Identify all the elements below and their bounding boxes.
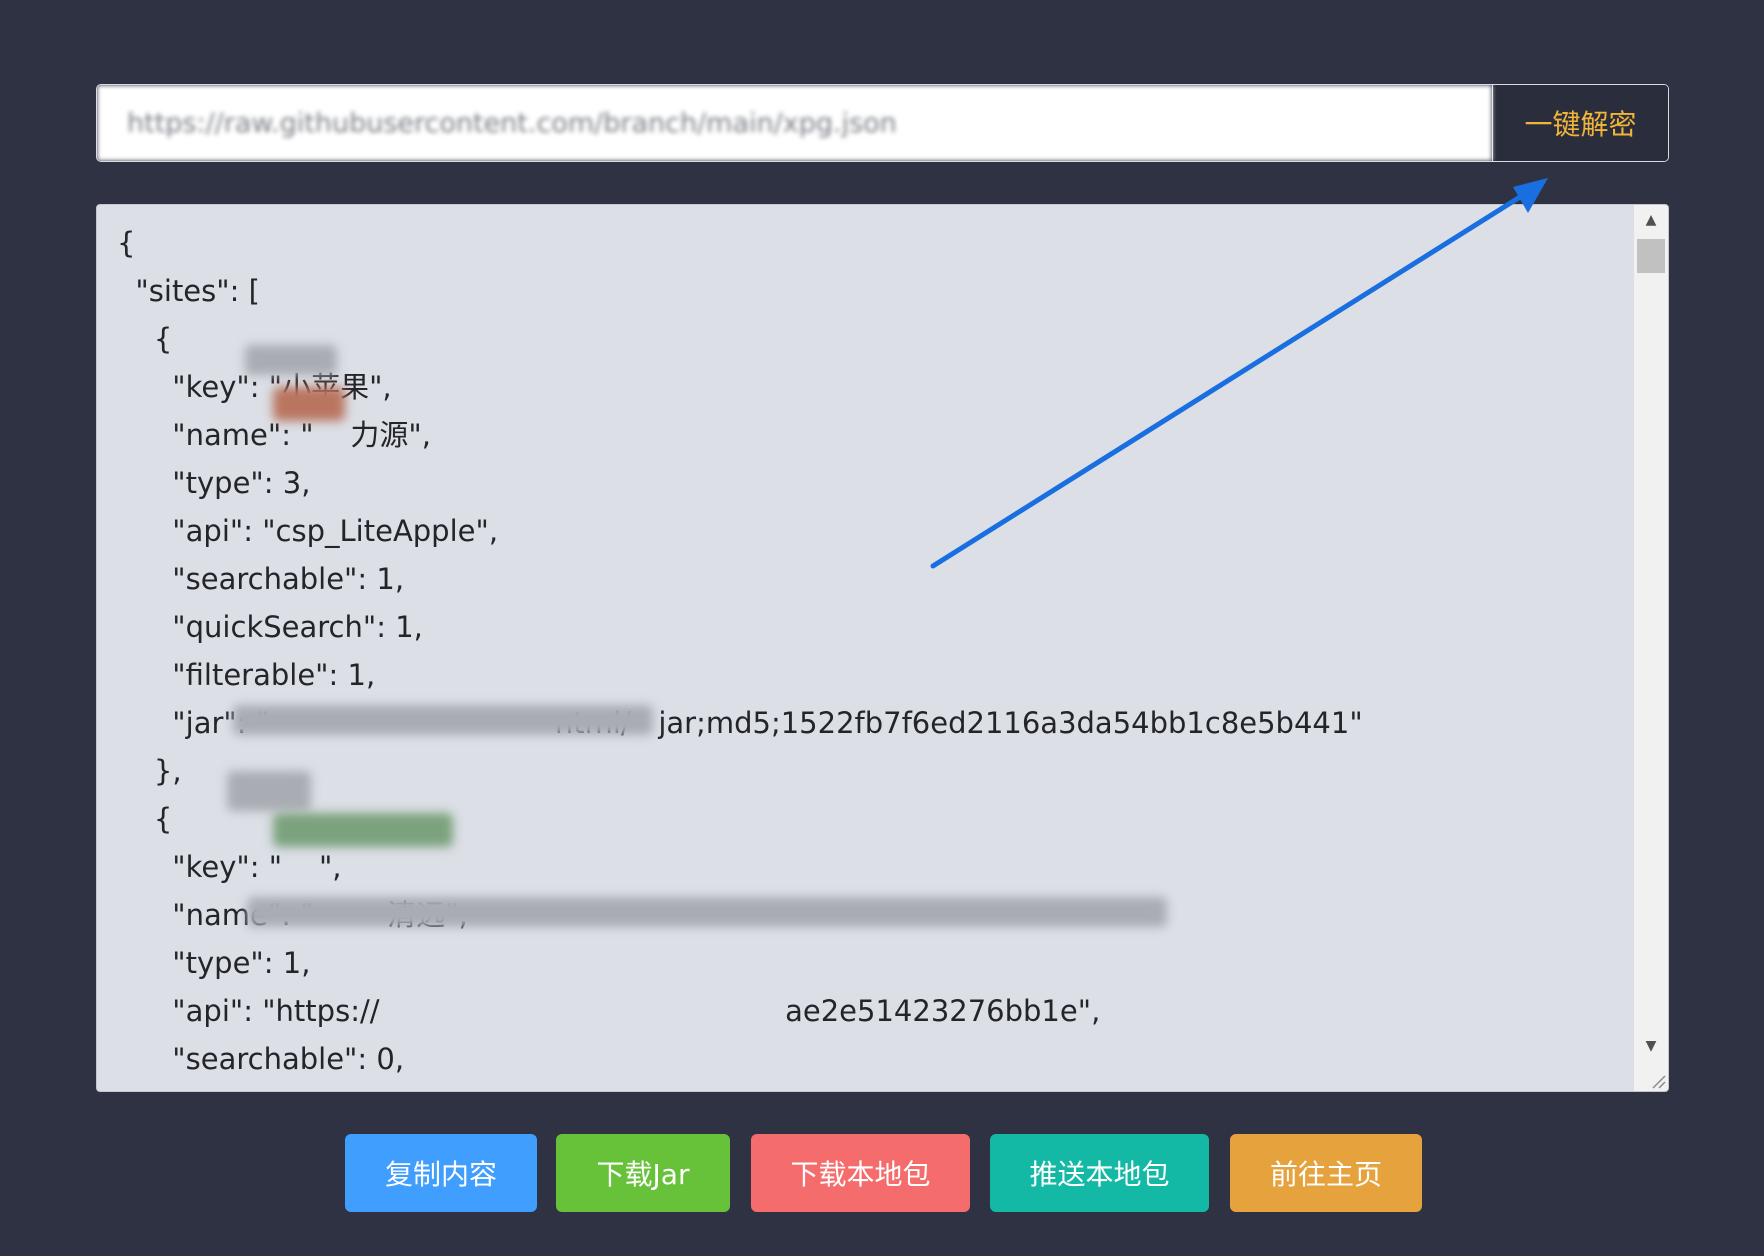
redaction-mask xyxy=(247,897,1167,927)
scroll-down-icon[interactable]: ▼ xyxy=(1634,1031,1668,1061)
json-editor[interactable]: { "sites": [ { "key": "小苹果", "name": " 力… xyxy=(96,204,1669,1092)
code-line: "api": "https:// ae2e51423276bb1e", xyxy=(117,994,1101,1028)
url-input[interactable] xyxy=(97,85,1492,161)
code-line: "type": 1, xyxy=(117,946,311,980)
decrypt-button[interactable]: 一键解密 xyxy=(1492,85,1668,161)
go-home-button[interactable]: 前往主页 xyxy=(1230,1134,1422,1212)
redaction-mask xyxy=(273,387,345,421)
code-content[interactable]: { "sites": [ { "key": "小苹果", "name": " 力… xyxy=(117,219,1632,1091)
redaction-mask xyxy=(273,813,453,847)
download-local-package-button[interactable]: 下载本地包 xyxy=(751,1134,970,1212)
code-line: "quickSearch": 0, xyxy=(117,1083,1632,1091)
code-line: "name": " 力源", xyxy=(117,418,431,452)
push-local-package-button[interactable]: 推送本地包 xyxy=(990,1134,1209,1212)
scroll-thumb[interactable] xyxy=(1637,239,1665,273)
code-line: { xyxy=(117,322,173,356)
vertical-scrollbar[interactable]: ▲ ▼ xyxy=(1634,205,1668,1091)
code-line: { xyxy=(117,226,136,260)
code-line: "api": "csp_LiteApple", xyxy=(117,514,499,548)
code-line: }, xyxy=(117,754,182,788)
code-line: "searchable": 0, xyxy=(117,1042,405,1076)
resize-grip-icon[interactable] xyxy=(1650,1073,1666,1089)
code-line: "searchable": 1, xyxy=(117,562,405,596)
download-jar-button[interactable]: 下载Jar xyxy=(556,1134,730,1212)
code-line: "filterable": 1, xyxy=(117,658,376,692)
copy-content-button[interactable]: 复制内容 xyxy=(345,1134,537,1212)
redaction-mask xyxy=(227,771,311,811)
redaction-mask xyxy=(245,345,337,375)
code-line: "key": " ", xyxy=(117,850,342,884)
code-line: "quickSearch": 1, xyxy=(117,610,423,644)
code-line: "type": 3, xyxy=(117,466,311,500)
scroll-up-icon[interactable]: ▲ xyxy=(1634,205,1668,235)
redaction-mask xyxy=(233,705,653,735)
action-button-row: 复制内容 下载Jar 下载本地包 推送本地包 前往主页 xyxy=(0,1134,1764,1212)
code-line: "sites": [ xyxy=(117,274,260,308)
url-bar: 一键解密 xyxy=(96,84,1669,162)
